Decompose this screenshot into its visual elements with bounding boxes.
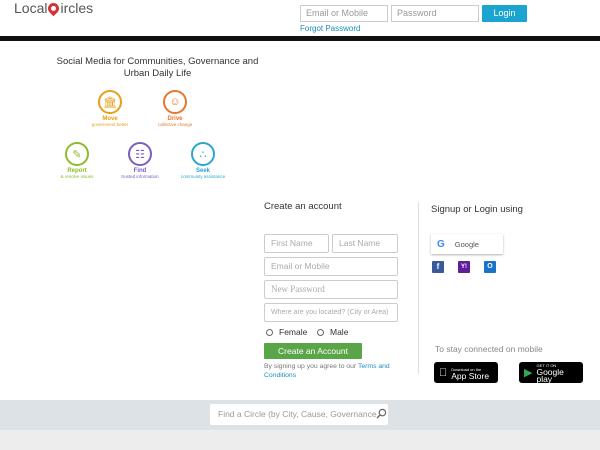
mobile-promo-text: To stay connected on mobile xyxy=(435,344,543,354)
community-network-icon: ∴ xyxy=(191,142,215,166)
tagline: Social Media for Communities, Governance… xyxy=(56,56,259,79)
outlook-icon[interactable]: O xyxy=(484,261,496,273)
app-store-big: App Store xyxy=(443,370,489,381)
app-store-badge[interactable]:  Download on the App Store xyxy=(434,362,498,383)
search-info-icon: ☷ xyxy=(128,142,152,166)
feature-subtitle: community assistance xyxy=(180,174,226,179)
play-store-icon: ▶ xyxy=(524,367,533,379)
gender-male-label: Male xyxy=(330,327,349,337)
gender-male-option[interactable]: Male xyxy=(317,327,348,337)
terms-notice: By signing up you agree to our Terms and… xyxy=(264,362,414,380)
footer-bottom xyxy=(0,430,600,450)
facebook-icon[interactable]: f xyxy=(432,261,444,273)
google-play-badge[interactable]: ▶ GET IT ON Google play xyxy=(519,362,583,383)
radio-icon[interactable] xyxy=(317,328,324,336)
feature-seek: ∴ Seek community assistance xyxy=(173,142,233,179)
feature-subtitle: trusted information xyxy=(121,174,159,179)
new-password-input[interactable]: New Password xyxy=(264,280,398,299)
gender-female-label: Female xyxy=(279,327,308,337)
feature-move: 🏛︎ Move government better xyxy=(80,90,140,127)
header-email-input[interactable]: Email or Mobile xyxy=(300,5,388,22)
feature-subtitle: government better xyxy=(91,122,129,127)
report-document-icon: ✎ xyxy=(65,142,89,166)
header-password-input[interactable]: Password xyxy=(391,5,479,22)
signup-login-title: Signup or Login using xyxy=(431,204,523,215)
google-icon: G xyxy=(437,238,445,250)
google-play-big: Google play xyxy=(536,367,564,384)
vertical-divider xyxy=(418,202,419,374)
location-input[interactable]: Where are you located? (City or Area) xyxy=(264,303,398,322)
logo-text-right: ircles xyxy=(60,0,94,16)
logo-text-left: Local xyxy=(14,0,48,16)
header: Local ircles Email or Mobile Password Log… xyxy=(0,0,600,36)
app-store-text: Download on the App Store xyxy=(451,366,489,380)
login-button[interactable]: Login xyxy=(482,5,527,22)
feature-subtitle: & resolve issues xyxy=(60,174,94,179)
gender-female-option[interactable]: Female xyxy=(266,327,307,337)
google-login-button[interactable]: G Google xyxy=(431,234,503,254)
signup-email-input[interactable]: Email or Mobile xyxy=(264,257,398,276)
first-name-input[interactable]: First Name xyxy=(264,234,329,253)
search-icon[interactable] xyxy=(376,408,387,419)
terms-prefix: By signing up you agree to our xyxy=(264,363,357,370)
find-circle-input[interactable]: Find a Circle (by City, Cause, Governanc… xyxy=(210,404,388,425)
last-name-input[interactable]: Last Name xyxy=(332,234,398,253)
radio-icon[interactable] xyxy=(266,328,273,336)
create-account-button[interactable]: Create an Account xyxy=(264,343,362,359)
feature-subtitle: collective change xyxy=(157,122,193,127)
people-group-icon: ☺ xyxy=(163,90,187,114)
create-account-title: Create an account xyxy=(264,201,342,212)
header-divider xyxy=(0,36,600,41)
logo[interactable]: Local ircles xyxy=(14,0,94,17)
google-label: Google xyxy=(454,239,479,249)
forgot-password-link[interactable]: Forgot Password xyxy=(300,24,360,33)
feature-report: ✎ Report & resolve issues xyxy=(47,142,107,179)
feature-find: ☷ Find trusted information xyxy=(110,142,170,179)
yahoo-icon[interactable]: Y! xyxy=(458,261,470,273)
page: Local ircles Email or Mobile Password Log… xyxy=(0,0,600,450)
apple-icon:  xyxy=(439,367,447,379)
google-play-text: GET IT ON Google play xyxy=(536,362,578,383)
feature-drive: ☺ Drive collective change xyxy=(145,90,205,127)
government-building-icon: 🏛︎ xyxy=(98,90,122,114)
